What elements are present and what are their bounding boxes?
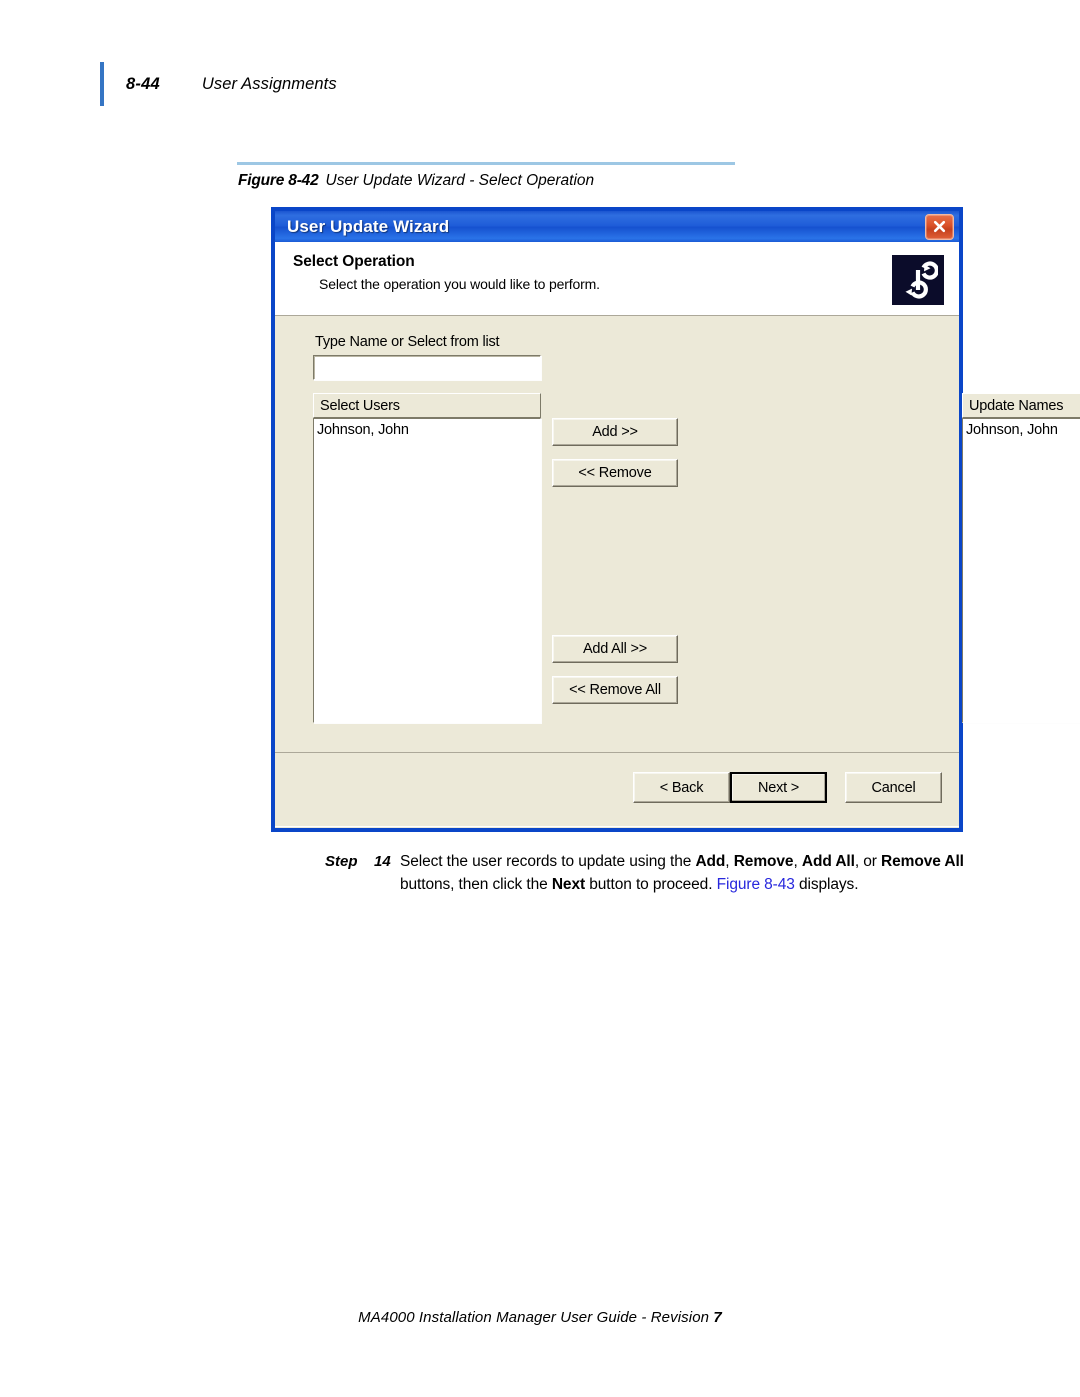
user-update-wizard-dialog: User Update Wizard Select Operation Sele…	[271, 207, 1080, 832]
remove-button[interactable]: << Remove	[552, 459, 678, 487]
step-bold-next: Next	[551, 875, 586, 893]
step-number: 14	[374, 853, 391, 870]
name-field-label: Type Name or Select from list	[315, 334, 500, 350]
list-item[interactable]: Johnson, John	[966, 421, 1080, 440]
list-item[interactable]: Johnson, John	[317, 421, 540, 440]
update-names-listbox[interactable]: Johnson, John	[962, 418, 1080, 723]
step-text-6: button to proceed.	[585, 875, 717, 893]
figure-caption: Figure 8-42 User Update Wizard - Select O…	[238, 172, 594, 190]
page-header: 8-44 User Assignments	[100, 62, 337, 106]
header-accent-bar	[100, 62, 104, 106]
step-text-4: , or	[854, 853, 882, 870]
update-names-header: Update Names	[962, 393, 1080, 418]
page-footer: MA4000 Installation Manager User Guide -…	[0, 1309, 1080, 1326]
select-users-panel: Select Users Johnson, John	[313, 393, 541, 723]
wizard-heading: Select Operation	[293, 253, 415, 270]
back-button[interactable]: < Back	[633, 772, 730, 803]
step-text-2: ,	[725, 853, 734, 870]
step-bold-add: Add	[695, 853, 726, 870]
step-text-3: ,	[793, 853, 802, 870]
wizard-body: Type Name or Select from list Select Use…	[275, 316, 1080, 752]
step-bold-remove: Remove	[733, 853, 794, 870]
update-names-panel: Update Names Johnson, John	[962, 393, 1080, 723]
step-label: Step	[325, 853, 358, 870]
add-button[interactable]: Add >>	[552, 418, 678, 446]
step-text: Select the user records to update using …	[400, 851, 965, 896]
step-bold-add-all: Add All	[801, 853, 855, 870]
close-icon[interactable]	[925, 213, 954, 240]
select-users-header: Select Users	[313, 393, 541, 418]
next-button[interactable]: Next >	[730, 772, 827, 803]
step-block: Step 14 Select the user records to updat…	[325, 851, 965, 896]
transfer-buttons-upper: Add >> << Remove	[552, 418, 678, 487]
step-bold-remove-all: Remove All	[881, 853, 964, 870]
cancel-button[interactable]: Cancel	[845, 772, 942, 803]
figure-caption-text: User Update Wizard - Select Operation	[325, 172, 595, 189]
running-head: User Assignments	[201, 74, 337, 93]
name-input[interactable]	[313, 355, 541, 380]
page-folio: 8-44	[126, 74, 160, 93]
transfer-buttons-lower: Add All >> << Remove All	[552, 635, 678, 704]
select-users-listbox[interactable]: Johnson, John	[313, 418, 541, 723]
step-text-5: buttons, then click the	[400, 875, 552, 893]
wizard-subheading: Select the operation you would like to p…	[319, 276, 600, 292]
figure-divider-rule	[237, 162, 735, 165]
refresh-sync-icon	[892, 255, 944, 305]
wizard-header-band: Select Operation Select the operation yo…	[275, 242, 959, 316]
footer-text: MA4000 Installation Manager User Guide -…	[358, 1309, 710, 1326]
footer-revision: 7	[713, 1309, 722, 1326]
dialog-titlebar: User Update Wizard	[271, 207, 963, 242]
step-text-7: displays.	[794, 875, 859, 893]
step-text-1: Select the user records to update using …	[400, 853, 696, 870]
figure-label: Figure 8-42	[238, 172, 319, 189]
dialog-nav-buttons: < Back Next > Cancel	[633, 772, 942, 803]
figure-cross-reference-link[interactable]: Figure 8-43	[717, 876, 795, 893]
remove-all-button[interactable]: << Remove All	[552, 676, 678, 704]
dialog-footer: < Back Next > Cancel	[275, 752, 959, 827]
add-all-button[interactable]: Add All >>	[552, 635, 678, 663]
dialog-title: User Update Wizard	[287, 216, 450, 236]
